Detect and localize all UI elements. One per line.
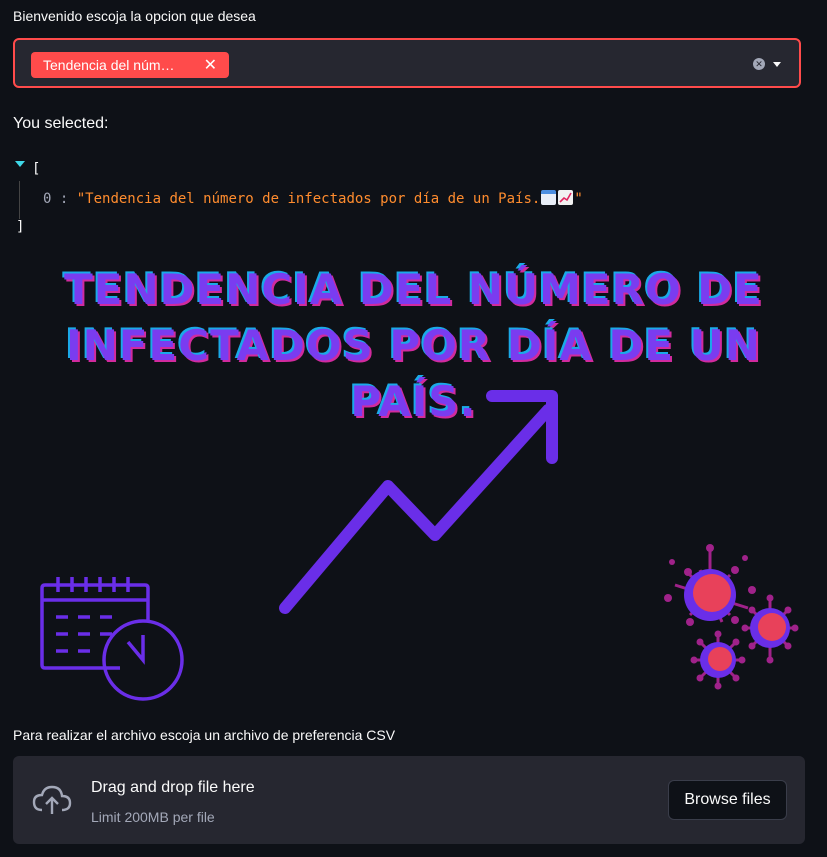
- chip-label: Tendencia del núm…: [43, 57, 175, 73]
- json-item-index: 0: [43, 191, 52, 207]
- clear-all-icon[interactable]: ✕: [753, 58, 765, 70]
- json-close-bracket: ]: [16, 219, 25, 235]
- collapse-toggle-icon[interactable]: [15, 161, 25, 167]
- chip-remove-icon[interactable]: ✕: [204, 55, 217, 75]
- trend-arrow-icon: [279, 390, 558, 614]
- chevron-down-icon[interactable]: [773, 62, 781, 67]
- browse-files-button[interactable]: Browse files: [668, 780, 787, 820]
- uploader-label: Para realizar el archivo escoja un archi…: [13, 727, 396, 743]
- multiselect-label: Bienvenido escoja la opcion que desea: [13, 8, 256, 24]
- calendar-emoji-icon: [541, 190, 557, 205]
- calendar-clock-icon: [40, 577, 184, 701]
- drag-drop-text: Drag and drop file here: [91, 779, 255, 796]
- json-item-value: "Tendencia del número de infectados por …: [76, 191, 541, 207]
- option-multiselect[interactable]: Tendencia del núm… ✕ ✕: [13, 38, 801, 88]
- json-item: 0 : "Tendencia del número de infectados …: [43, 190, 583, 207]
- json-item-value-end: ": [574, 191, 583, 207]
- json-open-bracket: [: [32, 161, 41, 177]
- chart-increasing-emoji-icon: [558, 190, 574, 205]
- cloud-upload-icon: [32, 785, 72, 814]
- selected-option-chip[interactable]: Tendencia del núm… ✕: [31, 52, 229, 78]
- file-dropzone[interactable]: Drag and drop file here Limit 200MB per …: [13, 756, 805, 844]
- file-limit-text: Limit 200MB per file: [91, 809, 215, 825]
- json-indent-guide: [19, 181, 20, 219]
- selection-heading: You selected:: [13, 115, 109, 132]
- hero-illustration: TENDENCIA DEL NÚMERO DE INFECTADOS POR D…: [0, 250, 827, 710]
- virus-icon: [664, 544, 799, 690]
